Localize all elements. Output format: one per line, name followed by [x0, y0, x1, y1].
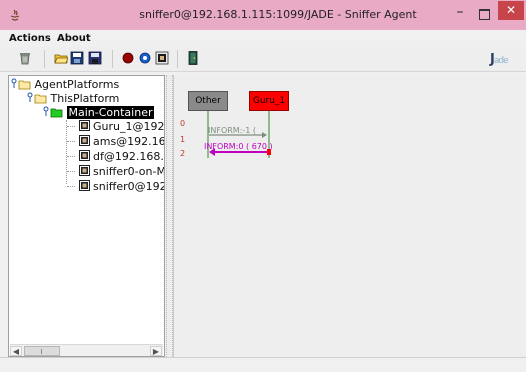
save-disk-icon — [88, 51, 102, 65]
tree-node-main-container[interactable]: Main-Container — [43, 106, 155, 120]
tree-horizontal-scrollbar[interactable]: ◀ ▶ — [10, 344, 163, 356]
save-file-icon — [70, 51, 84, 65]
tree-connector — [67, 126, 75, 127]
menu-bar: Actions About — [0, 30, 526, 47]
message-arrowhead-1 — [262, 132, 267, 138]
menu-actions[interactable]: Actions — [9, 33, 51, 44]
toolbar-separator — [44, 50, 45, 68]
window-title: sniffer0@192.168.1.115:1099/JADE - Sniff… — [139, 8, 417, 21]
agent-icon — [78, 165, 90, 176]
agent-list-button[interactable] — [155, 51, 169, 65]
start-sniff-button[interactable] — [121, 51, 135, 65]
status-bar — [0, 357, 526, 372]
tree-expand-icon — [27, 92, 47, 104]
save-button[interactable] — [88, 51, 102, 65]
save-as-button[interactable] — [70, 51, 84, 65]
tree-node-agent[interactable]: Guru_1@192.1 — [67, 120, 165, 134]
tree-label-thisplatform: ThisPlatform — [50, 92, 120, 105]
tree-connector — [67, 171, 75, 172]
tree-label-agent: Guru_1@192.1 — [93, 120, 165, 133]
agent-tree-panel[interactable]: AgentPlatforms ThisPlatform Main-Contain… — [8, 75, 165, 357]
tree-node-agent[interactable]: df@192.168.1. — [67, 150, 164, 164]
row-number: 0 — [180, 119, 186, 128]
tree-label-agent: sniffer0-on-Mai — [93, 165, 165, 178]
toolbar: Jade — [0, 47, 526, 72]
tree-node-agent[interactable]: sniffer0@192.1 — [67, 180, 164, 194]
title-bar: sniffer0@192.168.1.115:1099/JADE - Sniff… — [0, 0, 526, 30]
tree-label-agentplatforms: AgentPlatforms — [34, 78, 120, 91]
sniffer-canvas[interactable]: Other Guru_1 0 1 2 INFORM:-1 ( INFORM:0 … — [173, 75, 526, 357]
jade-logo-sub: ade — [493, 56, 509, 66]
menu-about[interactable]: About — [57, 33, 91, 44]
agent-icon — [78, 120, 90, 131]
maximize-icon — [479, 9, 490, 20]
agent-icon — [78, 135, 90, 146]
agent-list-icon — [155, 51, 169, 65]
tree-node-agent[interactable]: sniffer0-on-Mai — [67, 165, 165, 179]
tree-node-agent[interactable]: ams@192.168 — [67, 135, 165, 149]
scroll-thumb[interactable] — [24, 346, 60, 356]
scroll-left-arrow-icon[interactable]: ◀ — [10, 346, 22, 356]
tree-node-thisplatform[interactable]: ThisPlatform — [27, 92, 119, 106]
tree-node-agentplatforms[interactable]: AgentPlatforms — [11, 78, 119, 92]
maximize-button[interactable] — [473, 6, 495, 22]
scroll-right-arrow-icon[interactable]: ▶ — [150, 346, 162, 356]
panel-splitter[interactable] — [166, 75, 173, 357]
tree-label-agent: df@192.168.1. — [93, 150, 164, 163]
tree-expand-icon — [11, 78, 31, 90]
minimize-button[interactable]: – — [449, 5, 471, 22]
jade-logo: Jade — [490, 52, 509, 67]
exit-door-icon — [188, 51, 198, 65]
close-button[interactable]: ✕ — [498, 1, 524, 20]
tree-label-main-container: Main-Container — [66, 106, 155, 119]
row-number: 1 — [180, 135, 186, 144]
tree-connector — [67, 156, 75, 157]
message-filter-icon — [139, 52, 151, 64]
message-label-1[interactable]: INFORM:-1 ( — [208, 126, 256, 135]
tree-label-agent: sniffer0@192.1 — [93, 180, 164, 193]
toolbar-separator — [177, 50, 178, 68]
exit-button[interactable] — [186, 51, 200, 65]
thumb-grip — [41, 349, 42, 354]
agent-icon — [78, 150, 90, 161]
clear-canvas-button[interactable] — [18, 51, 32, 65]
toolbar-separator — [112, 50, 113, 68]
tree-connector — [67, 141, 75, 142]
message-label-2[interactable]: INFORM:0 ( 670 ) — [204, 142, 273, 151]
start-sniff-icon — [122, 52, 134, 64]
sequence-diagram — [207, 111, 271, 158]
open-file-button[interactable] — [54, 51, 69, 65]
tree-label-agent: ams@192.168 — [93, 135, 165, 148]
tree-connector — [67, 186, 75, 187]
open-file-icon — [54, 54, 69, 64]
clear-canvas-icon — [20, 53, 30, 65]
row-number: 2 — [180, 149, 186, 158]
agent-icon — [78, 180, 90, 191]
message-filter-button[interactable] — [138, 51, 152, 65]
container-folder-icon — [43, 106, 63, 118]
